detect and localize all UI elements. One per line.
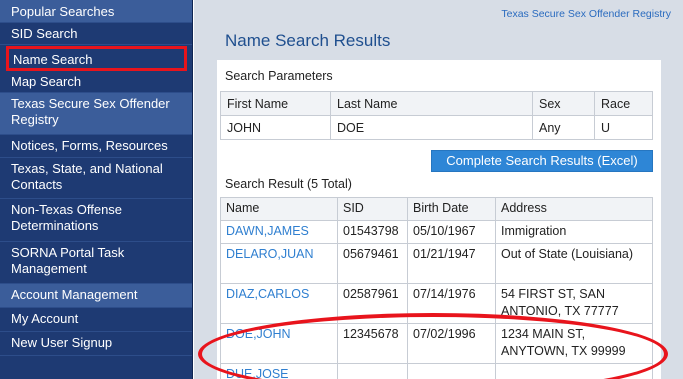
column-header: Birth Date (407, 197, 496, 221)
column-header: Last Name (330, 91, 533, 116)
table-row: DUE,JOSE (220, 363, 653, 379)
address-cell: 1234 MAIN ST, ANYTOWN, TX 99999 (495, 323, 653, 364)
offender-name-link[interactable]: DELARO,JUAN (220, 243, 338, 284)
column-header: Sex (532, 91, 595, 116)
address-cell: 54 FIRST ST, SAN ANTONIO, TX 77777 (495, 283, 653, 324)
birth-date-cell: 05/10/1967 (407, 220, 496, 244)
sidebar-item-contacts[interactable]: Texas, State, and National Contacts (0, 158, 192, 199)
excel-export-button[interactable]: Complete Search Results (Excel) (431, 150, 653, 172)
column-header: Name (220, 197, 338, 221)
sidebar-header-popular-searches: Popular Searches (0, 0, 192, 23)
sidebar-item-sid-search[interactable]: SID Search (0, 23, 192, 45)
sid-cell: 05679461 (337, 243, 408, 284)
param-value: U (594, 115, 653, 140)
sidebar-item-sorna-portal[interactable]: SORNA Portal Task Management (0, 242, 192, 284)
address-cell (495, 363, 653, 379)
column-header: Race (594, 91, 653, 116)
param-value: DOE (330, 115, 533, 140)
search-results-table: Name SID Birth Date Address DAWN,JAMES 0… (220, 197, 653, 379)
sidebar-nav: Popular Searches SID Search Name Search … (0, 0, 193, 379)
birth-date-cell: 01/21/1947 (407, 243, 496, 284)
main-content: Texas Secure Sex Offender Registry Name … (194, 0, 683, 379)
address-cell: Immigration (495, 220, 653, 244)
offender-name-link[interactable]: DUE,JOSE (220, 363, 338, 379)
sid-cell (337, 363, 408, 379)
table-row: JOHN DOE Any U (220, 115, 653, 140)
birth-date-cell: 07/02/1996 (407, 323, 496, 364)
offender-name-link[interactable]: DIAZ,CARLOS (220, 283, 338, 324)
registry-link[interactable]: Texas Secure Sex Offender Registry (501, 8, 671, 20)
table-row: DAWN,JAMES 01543798 05/10/1967 Immigrati… (220, 220, 653, 244)
sidebar-item-new-user-signup[interactable]: New User Signup (0, 332, 192, 356)
sidebar-item-name-search[interactable]: Name Search (6, 46, 187, 71)
table-row: DOE,JOHN 12345678 07/02/1996 1234 MAIN S… (220, 323, 653, 364)
sidebar-header-account-management: Account Management (0, 284, 192, 308)
sid-cell: 02587961 (337, 283, 408, 324)
sidebar-item-my-account[interactable]: My Account (0, 308, 192, 332)
sidebar-item-notices-forms-resources[interactable]: Notices, Forms, Resources (0, 135, 192, 158)
search-parameters-table: First Name Last Name Sex Race JOHN DOE A… (220, 91, 653, 140)
param-value: JOHN (220, 115, 331, 140)
search-parameters-label: Search Parameters (225, 69, 333, 83)
page-title: Name Search Results (225, 31, 391, 50)
sidebar-item-map-search[interactable]: Map Search (0, 71, 192, 93)
param-value: Any (532, 115, 595, 140)
sid-cell: 12345678 (337, 323, 408, 364)
address-cell: Out of State (Louisiana) (495, 243, 653, 284)
offender-name-link[interactable]: DAWN,JAMES (220, 220, 338, 244)
offender-name-link[interactable]: DOE,JOHN (220, 323, 338, 364)
sid-cell: 01543798 (337, 220, 408, 244)
table-header-row: First Name Last Name Sex Race (220, 91, 653, 116)
column-header: SID (337, 197, 408, 221)
table-header-row: Name SID Birth Date Address (220, 197, 653, 221)
sidebar-header-texas-secure-registry[interactable]: Texas Secure Sex Offender Registry (0, 93, 192, 135)
column-header: First Name (220, 91, 331, 116)
column-header: Address (495, 197, 653, 221)
search-result-count-label: Search Result (5 Total) (225, 177, 352, 191)
table-row: DIAZ,CARLOS 02587961 07/14/1976 54 FIRST… (220, 283, 653, 324)
birth-date-cell (407, 363, 496, 379)
table-row: DELARO,JUAN 05679461 01/21/1947 Out of S… (220, 243, 653, 284)
sidebar-item-non-texas-offense[interactable]: Non-Texas Offense Determinations (0, 199, 192, 242)
birth-date-cell: 07/14/1976 (407, 283, 496, 324)
results-panel: Search Parameters First Name Last Name S… (217, 60, 661, 379)
